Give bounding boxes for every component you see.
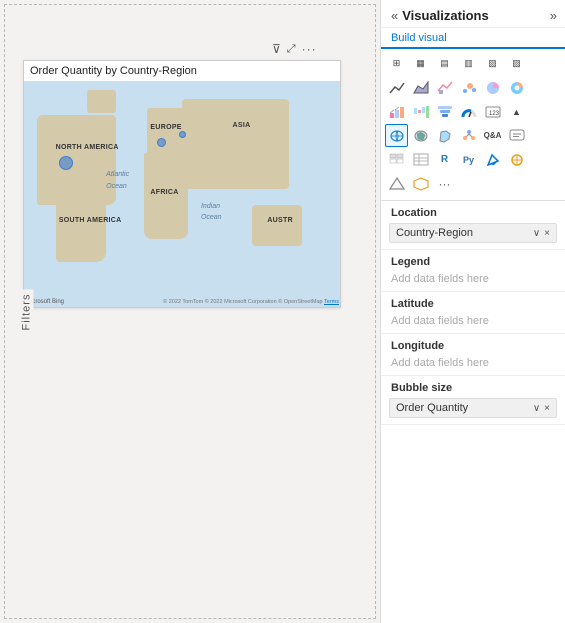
build-visual-tab[interactable]: Build visual — [381, 28, 565, 49]
visual-title: Order Quantity by Country-Region — [30, 65, 197, 77]
map-label-atlantic-ocean: Ocean — [106, 183, 127, 190]
map-label-austr: AUSTR — [267, 217, 293, 224]
more-icon[interactable]: ··· — [302, 42, 317, 56]
viz-qna-icon[interactable]: Q&A — [481, 124, 504, 147]
visual-container: Order Quantity by Country-Region — [23, 60, 341, 308]
field-label-longitude: Longitude — [381, 334, 565, 354]
viz-scatter-icon[interactable] — [457, 76, 480, 99]
viz-clustered-col-icon[interactable]: ▨ — [505, 52, 528, 75]
viz-card-icon[interactable]: 123 — [481, 100, 504, 123]
field-placeholder-latitude[interactable]: Add data fields here — [381, 312, 565, 333]
close-bubble[interactable]: × — [544, 403, 550, 414]
field-value-bubble-size[interactable]: Order Quantity ∨ × — [389, 398, 557, 418]
viz-stacked-col-icon[interactable]: ▧ — [481, 52, 504, 75]
viz-icon-row-5: R Py — [385, 148, 561, 171]
map-label-atlantic: Atlantic — [106, 171, 129, 178]
viz-decomp-icon[interactable] — [457, 124, 480, 147]
viz-donut-icon[interactable] — [505, 76, 528, 99]
visual-toolbar: ⊽ ⤢ ··· — [272, 42, 317, 56]
viz-kpi-icon[interactable]: ▲ — [505, 100, 528, 123]
field-placeholder-longitude[interactable]: Add data fields here — [381, 354, 565, 375]
viz-icon-grid: ⊞ ▦ ▤ ▥ ▧ ▨ — [381, 49, 565, 201]
viz-icon-row-6: ··· — [385, 172, 561, 195]
field-placeholder-legend[interactable]: Add data fields here — [381, 270, 565, 291]
bubble-dot-3 — [179, 131, 186, 138]
viz-stacked-bar-icon[interactable]: ▦ — [409, 52, 432, 75]
chevron-down-bubble[interactable]: ∨ — [533, 403, 540, 414]
viz-table2-icon[interactable] — [409, 148, 432, 171]
panel-title: Visualizations — [402, 8, 550, 23]
viz-icon-r6-1[interactable] — [385, 172, 408, 195]
field-group-latitude: Latitude Add data fields here — [381, 292, 565, 334]
close-location[interactable]: × — [544, 228, 550, 239]
field-label-bubble-size: Bubble size — [381, 376, 565, 396]
map-copyright: © 2022 TomTom © 2022 Microsoft Corporati… — [163, 299, 339, 305]
viz-waterfall-icon[interactable] — [409, 100, 432, 123]
viz-custom-icon[interactable] — [505, 148, 528, 171]
collapse-panel-button[interactable]: « — [391, 8, 398, 23]
map-label-indian: Indian — [201, 203, 220, 210]
viz-line-cluster-icon[interactable] — [433, 76, 456, 99]
fields-section: Location Country-Region ∨ × Legend Add d… — [381, 201, 565, 623]
filter-icon[interactable]: ⊽ — [272, 42, 281, 56]
viz-100pct-bar-icon[interactable]: ▥ — [457, 52, 480, 75]
viz-r-icon[interactable]: R — [433, 148, 456, 171]
viz-ribbon-icon[interactable] — [385, 100, 408, 123]
viz-pie-icon[interactable] — [481, 76, 504, 99]
map-label-asia: ASIA — [233, 122, 251, 129]
chevron-down-location[interactable]: ∨ — [533, 228, 540, 239]
svg-text:123: 123 — [489, 111, 500, 117]
field-group-longitude: Longitude Add data fields here — [381, 334, 565, 376]
viz-filled-map-icon[interactable] — [409, 124, 432, 147]
viz-icon-r6-3[interactable]: ··· — [433, 172, 456, 195]
viz-matrix-icon[interactable] — [385, 148, 408, 171]
right-panel: « Visualizations » Build visual ⊞ ▦ ▤ ▥ … — [380, 0, 565, 623]
bubble-dot-2 — [157, 138, 166, 147]
filters-tab[interactable]: Filters — [19, 289, 33, 334]
viz-icon-row-3: 123 ▲ — [385, 100, 561, 123]
viz-clustered-bar-icon[interactable]: ▤ — [433, 52, 456, 75]
bubble-dot-1 — [59, 156, 73, 170]
map-label-south-america: SOUTH AMERICA — [59, 217, 122, 224]
viz-smart-icon[interactable] — [505, 124, 528, 147]
field-group-bubble-size: Bubble size Order Quantity ∨ × — [381, 376, 565, 425]
viz-funnel-icon[interactable] — [433, 100, 456, 123]
map-label-africa: AFRICA — [150, 189, 178, 196]
viz-gauge-icon[interactable] — [457, 100, 480, 123]
viz-icon-row-1: ⊞ ▦ ▤ ▥ ▧ ▨ — [385, 52, 561, 75]
field-group-legend: Legend Add data fields here — [381, 250, 565, 292]
viz-area-icon[interactable] — [409, 76, 432, 99]
viz-azure-icon[interactable] — [481, 148, 504, 171]
map-area: NORTH AMERICA SOUTH AMERICA EUROPE AFRIC… — [24, 81, 340, 307]
field-value-location[interactable]: Country-Region ∨ × — [389, 223, 557, 243]
viz-shape-icon[interactable] — [433, 124, 456, 147]
viz-map-icon[interactable] — [385, 124, 408, 147]
viz-py-icon[interactable]: Py — [457, 148, 480, 171]
field-group-location: Location Country-Region ∨ × — [381, 201, 565, 250]
expand-panel-button[interactable]: » — [550, 8, 557, 23]
viz-icon-row-2 — [385, 76, 561, 99]
viz-table-icon[interactable]: ⊞ — [385, 52, 408, 75]
expand-icon[interactable]: ⤢ — [287, 43, 296, 56]
viz-line-icon[interactable] — [385, 76, 408, 99]
field-label-latitude: Latitude — [381, 292, 565, 312]
viz-icon-row-4: Q&A — [385, 124, 561, 147]
panel-header: « Visualizations » — [381, 0, 565, 28]
map-label-indian-ocean: Ocean — [201, 214, 222, 221]
field-value-icons-location: ∨ × — [533, 228, 550, 239]
field-label-legend: Legend — [381, 250, 565, 270]
field-value-icons-bubble: ∨ × — [533, 403, 550, 414]
map-label-europe: EUROPE — [150, 124, 181, 131]
field-value-text-location: Country-Region — [396, 227, 473, 239]
viz-icon-r6-2[interactable] — [409, 172, 432, 195]
field-value-text-bubble: Order Quantity — [396, 402, 468, 414]
field-label-location: Location — [381, 201, 565, 221]
map-label-north-america: NORTH AMERICA — [56, 144, 119, 151]
